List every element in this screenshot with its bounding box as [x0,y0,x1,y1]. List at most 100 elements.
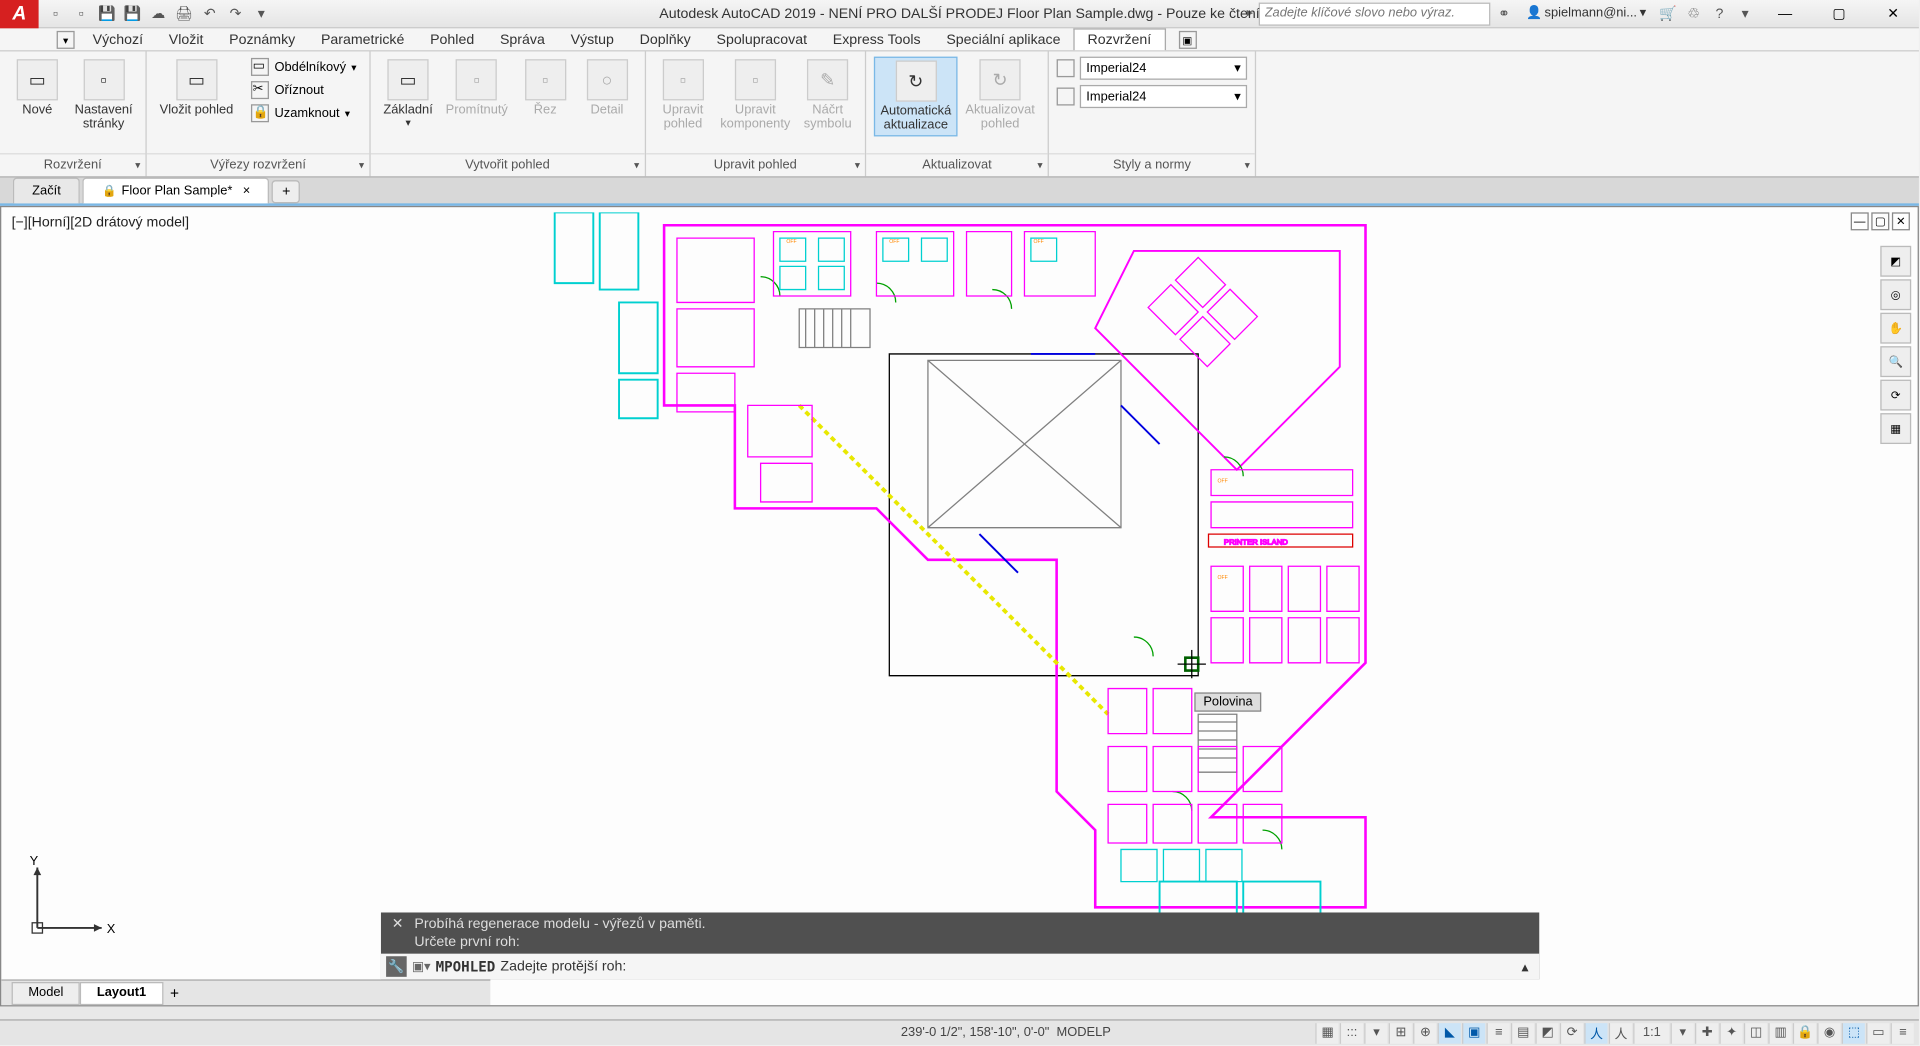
selection-icon[interactable]: ◩ [1535,1023,1558,1044]
ws-icon[interactable]: ✚ [1695,1023,1718,1044]
ribbon-tab-vložit[interactable]: Vložit [156,28,216,50]
qp-icon[interactable]: ▥ [1768,1023,1791,1044]
snap-icon[interactable]: ::: [1340,1023,1363,1044]
customize-icon[interactable]: ≡ [1891,1023,1914,1044]
ribbon-arrow-icon[interactable]: ▣ [1178,31,1196,49]
command-line[interactable]: ✕ Probíhá regenerace modelu - výřezů v p… [381,912,1539,979]
ribbon-button[interactable]: ▭Nové [8,57,67,120]
iso-icon[interactable]: ◣ [1438,1023,1461,1044]
cmd-expand-icon[interactable]: ▴ [1516,958,1534,975]
gizmo-icon[interactable]: ⟳ [1560,1023,1583,1044]
style-select[interactable]: Imperial24▾ [1080,57,1247,80]
ribbon-button[interactable]: ▭Vložit pohled [154,57,238,120]
lock-ui-icon[interactable]: 🔒 [1793,1023,1816,1044]
ribbon-panel-title[interactable]: Upravit pohled▾ [646,153,865,176]
save-icon[interactable]: 💾 [95,2,118,25]
ribbon-button[interactable]: ↻Automatickáaktualizace [874,57,958,137]
ribbon-panel-title[interactable]: Aktualizovat▾ [866,153,1047,176]
hw-icon[interactable]: ⬚ [1842,1023,1865,1044]
grid-icon[interactable]: ▦ [1315,1023,1338,1044]
zoom-icon[interactable]: 🔍 [1880,346,1911,377]
snap-menu-icon[interactable]: ▾ [1364,1023,1387,1044]
ribbon-button[interactable]: ▭Základní▾ [378,57,438,132]
ribbon-tab-express tools[interactable]: Express Tools [820,28,934,50]
maximize-button[interactable]: ▢ [1813,0,1864,28]
ribbon-tab-parametrické[interactable]: Parametrické [308,28,417,50]
vp-maximize-icon[interactable]: ▢ [1871,212,1889,230]
ribbon-small-button[interactable]: ▭Obdélníkový▾ [246,57,361,78]
clean-icon[interactable]: ▭ [1866,1023,1889,1044]
minimize-button[interactable]: — [1759,0,1810,28]
polar-icon[interactable]: ⊕ [1413,1023,1436,1044]
annoscale2-icon[interactable]: 人 [1609,1023,1632,1044]
layout-tab[interactable]: Model [12,981,81,1004]
new-icon[interactable]: ▫ [44,2,67,25]
qat-dropdown-icon[interactable]: ▾ [250,2,273,25]
layout-tab[interactable]: Layout1 [80,981,163,1004]
saveas-icon[interactable]: 💾 [121,2,144,25]
steering-wheel-icon[interactable]: ◎ [1880,279,1911,310]
ribbon-tab-výstup[interactable]: Výstup [558,28,627,50]
ribbon-panel-title[interactable]: Rozvržení▾ [0,153,145,176]
cmd-settings-icon[interactable]: 🔧 [386,956,407,977]
ribbon-tab-správa[interactable]: Správa [487,28,558,50]
cmd-close-icon[interactable]: ✕ [389,915,407,951]
drawing-canvas[interactable]: [−][Horní][2D drátový model] — ▢ ✕ ◩ ◎ ✋… [0,206,1919,1007]
osnap-icon[interactable]: ▣ [1462,1023,1485,1044]
exchange-icon[interactable]: 🛒 [1656,2,1679,25]
ribbon-panel-title[interactable]: Styly a normy▾ [1049,153,1255,176]
style-icon[interactable] [1057,59,1075,77]
open-icon[interactable]: ▫ [69,2,92,25]
ribbon-tab-spolupracovat[interactable]: Spolupracovat [704,28,820,50]
ribbon-panel-title[interactable]: Vytvořit pohled▾ [371,153,645,176]
document-tab[interactable]: Začít [13,178,80,204]
viewcube-icon[interactable]: ◩ [1880,246,1911,277]
ribbon-tab-pohled[interactable]: Pohled [417,28,487,50]
ucs-icon[interactable]: X Y [24,857,114,954]
plot-icon[interactable]: 🖨 [172,2,195,25]
web-icon[interactable]: ☁ [147,2,170,25]
undo-icon[interactable]: ↶ [198,2,221,25]
transparency-icon[interactable]: ▤ [1511,1023,1534,1044]
help-icon[interactable]: ? [1708,2,1731,25]
annotation-icon[interactable]: ✦ [1719,1023,1742,1044]
scale-label[interactable]: 1:1 [1633,1023,1669,1044]
app-logo[interactable]: A [0,0,39,28]
redo-icon[interactable]: ↷ [224,2,247,25]
pan-icon[interactable]: ✋ [1880,313,1911,344]
vp-minimize-icon[interactable]: — [1851,212,1869,230]
a360-icon[interactable]: ♲ [1682,2,1705,25]
status-space[interactable]: MODELP [1057,1026,1111,1040]
vp-close-icon[interactable]: ✕ [1892,212,1910,230]
workspace-dd-icon[interactable]: ▾ [57,31,75,49]
close-button[interactable]: ✕ [1867,0,1918,28]
orbit-icon[interactable]: ⟳ [1880,380,1911,411]
ribbon-button[interactable]: ▫Nastavenístránky [69,57,137,134]
add-layout-button[interactable]: + [163,984,186,1002]
ribbon-small-button[interactable]: ✂Oříznout [246,80,361,101]
new-tab-button[interactable]: + [272,180,300,203]
ribbon-panel-title[interactable]: Výřezy rozvržení▾ [147,153,369,176]
showmotion-icon[interactable]: ▦ [1880,413,1911,444]
lineweight-icon[interactable]: ≡ [1486,1023,1509,1044]
search-input[interactable] [1258,2,1490,25]
infocenter-icon[interactable]: ⚭ [1492,2,1515,25]
scale-dd-icon[interactable]: ▾ [1671,1023,1694,1044]
ribbon-small-button[interactable]: 🔒Uzamknout▾ [246,103,361,124]
isolate-icon[interactable]: ◉ [1817,1023,1840,1044]
units-icon[interactable]: ◫ [1744,1023,1767,1044]
viewport-label[interactable]: [−][Horní][2D drátový model] [12,215,189,230]
style-icon[interactable] [1057,88,1075,106]
ribbon-tab-poznámky[interactable]: Poznámky [216,28,308,50]
status-coords[interactable]: 239'-0 1/2", 158'-10", 0'-0" [901,1026,1049,1040]
annoscale-icon[interactable]: 人 [1584,1023,1607,1044]
cmd-prompt-text[interactable]: Zadejte protější roh: [500,959,1511,974]
constraint-icon[interactable]: ⊞ [1389,1023,1412,1044]
tab-close-icon[interactable]: × [243,184,251,198]
ribbon-tab-výchozí[interactable]: Výchozí [80,28,156,50]
ribbon-tab-rozvržení[interactable]: Rozvržení [1073,28,1165,50]
document-tab[interactable]: 🔒Floor Plan Sample*× [83,178,270,204]
ribbon-tab-speciální aplikace[interactable]: Speciální aplikace [933,28,1073,50]
account-button[interactable]: 👤spielmann@ni...▾ [1518,6,1654,20]
ribbon-tab-doplňky[interactable]: Doplňky [627,28,704,50]
